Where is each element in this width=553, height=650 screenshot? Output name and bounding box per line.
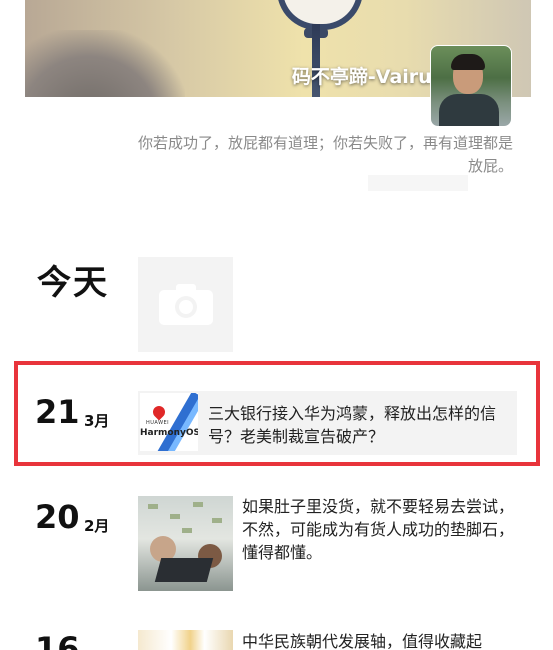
entry-day: 20 (35, 498, 80, 536)
avatar-body (439, 94, 499, 126)
money-bill (182, 528, 192, 533)
profile-nickname[interactable]: 码不亭蹄-Vairus (292, 62, 443, 89)
entry-month: 2月 (84, 517, 110, 535)
post-thumbnail[interactable] (138, 496, 233, 591)
cover-hill (25, 30, 185, 97)
entry-day: 16 (35, 630, 80, 650)
money-bill (212, 518, 222, 523)
money-bill (148, 504, 158, 509)
profile-signature: 你若成功了，放屁都有道理；你若失败了，再有道理都是放屁。 (137, 134, 513, 175)
clock-image (277, 0, 363, 30)
avatar-hair (451, 54, 485, 70)
camera-icon (159, 284, 213, 325)
thumbnail-laptop (154, 558, 214, 582)
post-text[interactable]: 中华民族朝代发展轴，值得收藏起 (242, 630, 532, 650)
post-text[interactable]: 如果肚子里没货，就不要轻易去尝试，不然，可能成为有货人成功的垫脚石，懂得都懂。 (242, 495, 517, 564)
money-bill (193, 502, 203, 507)
highlight-box (14, 361, 540, 466)
avatar[interactable] (430, 45, 512, 127)
post-thumbnail[interactable] (138, 630, 233, 650)
moments-album-page: 码不亭蹄-Vairus 你若成功了，放屁都有道理；你若失败了，再有道理都是放屁。… (0, 0, 553, 650)
money-bill (170, 514, 180, 519)
today-label: 今天 (37, 263, 109, 303)
